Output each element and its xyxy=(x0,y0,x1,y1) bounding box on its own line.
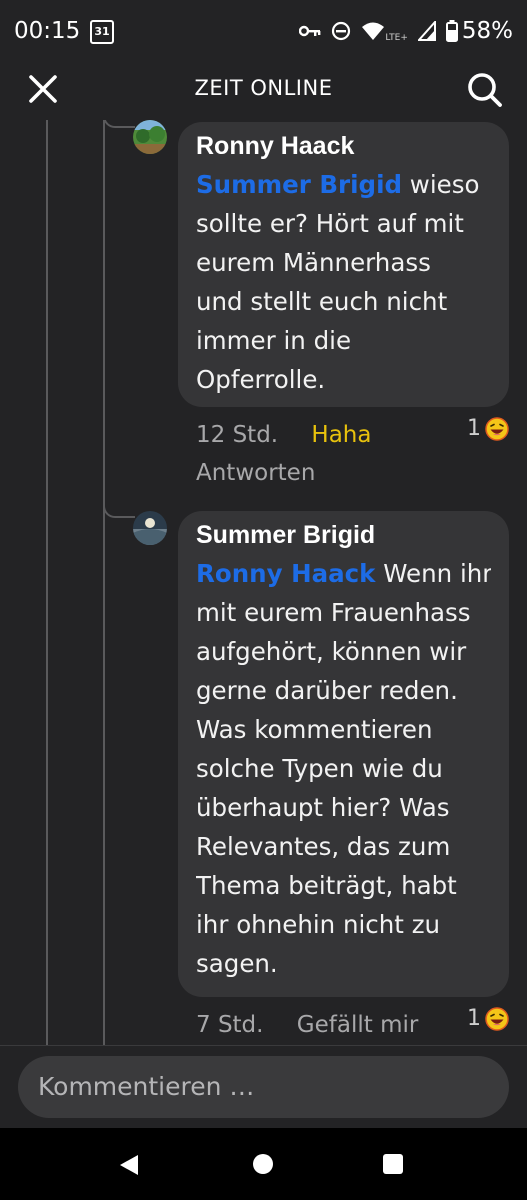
status-time: 00:15 xyxy=(14,18,81,44)
system-nav-bar xyxy=(0,1128,527,1200)
comment-line: mit eurem Frauenhass xyxy=(196,598,471,627)
comment-author[interactable]: Ronny Haack xyxy=(196,132,491,161)
reaction-button[interactable]: Gefällt mir xyxy=(297,1012,419,1038)
comment-line: sollte er? Hört auf mit xyxy=(196,209,464,238)
app-title: ZEIT ONLINE xyxy=(194,76,333,100)
comment-line: Opferrolle. xyxy=(196,365,326,394)
comment-text: Ronny Haack Wenn ihr mit eurem Frauenhas… xyxy=(196,554,491,983)
comment-line: eurem Männerhass xyxy=(196,248,431,277)
comment-line: Relevantes, das zum xyxy=(196,832,451,861)
wifi-icon xyxy=(362,22,385,40)
comment-line: sagen. xyxy=(196,949,278,978)
reaction-summary[interactable]: 1 xyxy=(467,416,509,441)
recents-icon[interactable] xyxy=(383,1154,403,1174)
back-icon[interactable] xyxy=(116,1152,142,1178)
status-icons: LTE+ 58% xyxy=(299,18,513,44)
reply-button[interactable]: Antworten xyxy=(196,460,315,486)
comment-line: solche Typen wie du xyxy=(196,754,443,783)
comment-line: Was kommentieren xyxy=(196,715,433,744)
comment-text: Summer Brigid wieso sollte er? Hört auf … xyxy=(196,165,491,399)
comment-thread[interactable]: Ronny Haack Summer Brigid wieso sollte e… xyxy=(0,120,527,1045)
comment-meta: 12 Std. Haha xyxy=(196,422,371,448)
reaction-count: 1 xyxy=(467,416,481,441)
avatar[interactable] xyxy=(133,511,167,545)
comment-bubble: Ronny Haack Summer Brigid wieso sollte e… xyxy=(178,122,509,407)
reaction-button[interactable]: Haha xyxy=(311,422,371,448)
thread-branch xyxy=(103,120,135,128)
battery-percent: 58% xyxy=(461,18,513,44)
comment-line: wieso xyxy=(402,170,480,199)
comment-line: aufgehört, können wir xyxy=(196,637,467,666)
comment-author[interactable]: Summer Brigid xyxy=(196,521,491,550)
comment-bubble: Summer Brigid Ronny Haack Wenn ihr mit e… xyxy=(178,511,509,997)
signal-icon xyxy=(417,21,436,41)
comment-time: 7 Std. xyxy=(196,1012,264,1038)
status-bar: 00:15 31 LTE+ 58% xyxy=(0,0,527,62)
app-bar: ZEIT ONLINE xyxy=(0,62,527,120)
mention-link[interactable]: Summer Brigid xyxy=(196,170,402,199)
mention-link[interactable]: Ronny Haack xyxy=(196,559,375,588)
thread-branch xyxy=(103,502,135,518)
do-not-disturb-icon xyxy=(332,21,351,41)
thread-line-inner xyxy=(103,120,105,1045)
comment-line: überhaupt hier? Was xyxy=(196,793,450,822)
laughing-emoji-icon xyxy=(485,1006,509,1031)
comment-meta: 7 Std. Gefällt mir xyxy=(196,1012,418,1038)
comment-line: und stellt euch nicht xyxy=(196,287,448,316)
comment-time: 12 Std. xyxy=(196,422,279,448)
reaction-count: 1 xyxy=(467,1006,481,1031)
home-icon[interactable] xyxy=(253,1154,273,1174)
calendar-icon: 31 xyxy=(90,20,114,44)
thread-line-outer xyxy=(46,120,48,1045)
search-icon[interactable] xyxy=(465,70,503,108)
avatar[interactable] xyxy=(133,120,167,154)
comment-line: Thema beiträgt, habt xyxy=(196,871,457,900)
battery-icon xyxy=(445,20,458,42)
comment-composer: Kommentieren … xyxy=(0,1045,527,1128)
key-icon xyxy=(299,25,321,37)
reaction-summary[interactable]: 1 xyxy=(467,1006,509,1031)
laughing-emoji-icon xyxy=(485,416,509,441)
comment-line: immer in die xyxy=(196,326,352,355)
comment-input[interactable]: Kommentieren … xyxy=(18,1056,509,1118)
comment-line: ihr ohnehin nicht zu xyxy=(196,910,441,939)
network-type: LTE+ xyxy=(385,33,408,43)
comment-line: gerne darüber reden. xyxy=(196,676,458,705)
comment-line: Wenn ihr xyxy=(375,559,491,588)
